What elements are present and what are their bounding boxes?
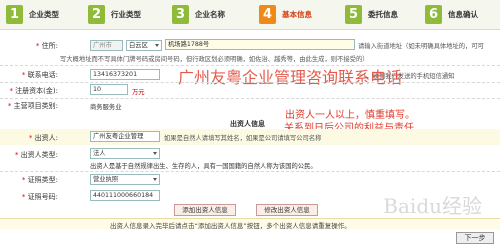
investor-label: * 出资人: <box>28 134 58 142</box>
add-investor-button[interactable]: 添加出资人信息 <box>174 204 236 216</box>
chevron-down-icon <box>153 178 157 181</box>
investor-hint: 如果是自然人请填写其姓名，如果是公司请填写公司名称 <box>164 135 322 142</box>
divider <box>0 171 500 172</box>
capital-unit: 万元 <box>132 89 145 96</box>
step-number: 3 <box>172 5 189 24</box>
step-1: 1 企业类型 <box>6 4 59 25</box>
phone-label: * 联系电话: <box>21 71 58 79</box>
baidu-watermark: Baidu经验 <box>383 194 482 218</box>
note-bar: 出资人信息录入完毕后请点击“添加出资人信息”按钮，多个出资人信息请重复操作。 <box>0 218 500 230</box>
step-label: 委托信息 <box>368 10 398 19</box>
investor-input[interactable]: 广州友粤企业管理 <box>90 131 160 142</box>
step-label: 企业类型 <box>29 10 59 19</box>
chevron-down-icon <box>155 44 159 47</box>
cert-type-select[interactable]: 营业执照 <box>90 174 160 185</box>
address-city-input[interactable]: 广州市 <box>90 40 123 51</box>
investor-section-title: 出资人信息 <box>230 120 265 128</box>
step-label: 信息确认 <box>448 10 478 19</box>
investor-type-select[interactable]: 法人 <box>90 148 160 159</box>
step-label: 行业类型 <box>111 10 141 19</box>
divider <box>0 98 500 99</box>
business-value: 商务服务业 <box>90 104 122 111</box>
step-number: 4 <box>259 5 276 24</box>
step-label: 基本信息 <box>282 10 312 19</box>
capital-label: * 注册资本(金): <box>9 87 58 95</box>
step-number: 2 <box>88 5 105 24</box>
step-3: 3 企业名称 <box>172 4 225 25</box>
chevron-down-icon <box>153 152 157 155</box>
divider <box>0 82 500 83</box>
address-district-select[interactable]: 白云区 <box>126 40 162 51</box>
step-2: 2 行业类型 <box>88 4 141 25</box>
step-6: 6 信息确认 <box>425 4 478 25</box>
cert-no-label: * 证照号码: <box>21 193 58 201</box>
step-number: 5 <box>345 5 362 24</box>
step-label: 企业名称 <box>195 10 225 19</box>
phone-input[interactable]: 13416373201 <box>90 69 160 80</box>
investor-type-label: * 出资人类型: <box>14 151 58 159</box>
cert-type-label: * 证照类型: <box>21 176 58 184</box>
step-4: 4 基本信息 <box>259 4 312 25</box>
step-number: 6 <box>425 5 442 24</box>
address-hint-2: 写大概地址而不写具体门牌号码或房间号码，但行政区划必须明确，如佐治、越秀等，由此… <box>60 56 369 63</box>
step-bar: 1 企业类型 2 行业类型 3 企业名称 4 基本信息 5 委托信息 6 信息确… <box>0 0 500 30</box>
edit-investor-button[interactable]: 修改出资人信息 <box>256 204 318 216</box>
next-button[interactable]: 下一步 <box>456 232 494 244</box>
cert-no-input[interactable]: 440111000660184 <box>90 190 160 201</box>
capital-input[interactable]: 10 <box>90 84 128 95</box>
address-hint: 请输入街道地址（如未明确具体地址的，可可 <box>358 43 484 50</box>
step-number: 1 <box>6 5 23 24</box>
note-text: 出资人信息录入完毕后请点击“添加出资人信息”按钮，多个出资人信息请重复操作。 <box>110 222 351 230</box>
address-label: * 住所: <box>35 42 58 50</box>
promo-watermark: 广州友粤企业管理咨询联系电话 <box>178 68 403 87</box>
business-label: * 主营项目类别: <box>7 102 58 110</box>
step-5: 5 委托信息 <box>345 4 398 25</box>
address-detail-input[interactable]: 机场路1788号 <box>165 39 355 50</box>
investor-type-note: 出资人是基于自然规律出生、生存的人，具有一国国籍的自然人称为该国的公民。 <box>90 163 317 170</box>
